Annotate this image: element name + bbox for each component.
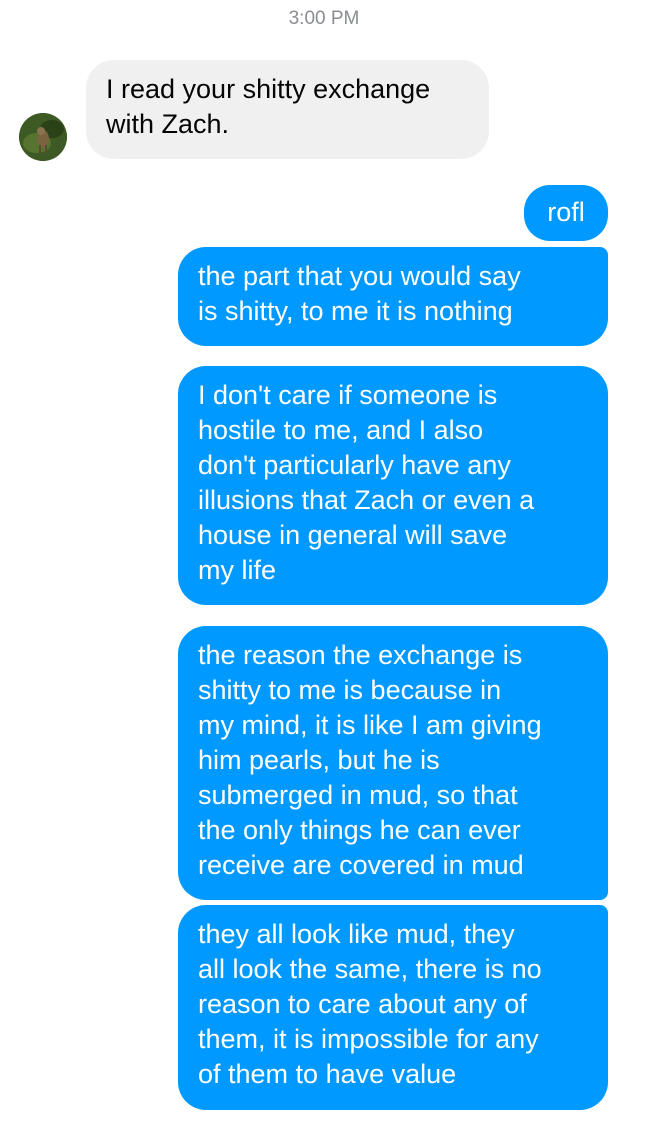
outgoing-message-bubble[interactable]: they all look like mud, they all look th…	[178, 905, 608, 1110]
incoming-message-bubble[interactable]: I read your shitty exchange with Zach.	[86, 60, 489, 159]
message-timestamp: 3:00 PM	[288, 8, 360, 29]
outgoing-message-bubble[interactable]: rofl	[524, 185, 608, 241]
contact-avatar[interactable]	[19, 113, 67, 161]
avatar-photo-icon	[19, 113, 67, 161]
outgoing-message-bubble[interactable]: the part that you would say is shitty, t…	[178, 247, 608, 346]
outgoing-message-bubble[interactable]: the reason the exchange is shitty to me …	[178, 626, 608, 900]
outgoing-message-bubble[interactable]: I don't care if someone is hostile to me…	[178, 366, 608, 605]
